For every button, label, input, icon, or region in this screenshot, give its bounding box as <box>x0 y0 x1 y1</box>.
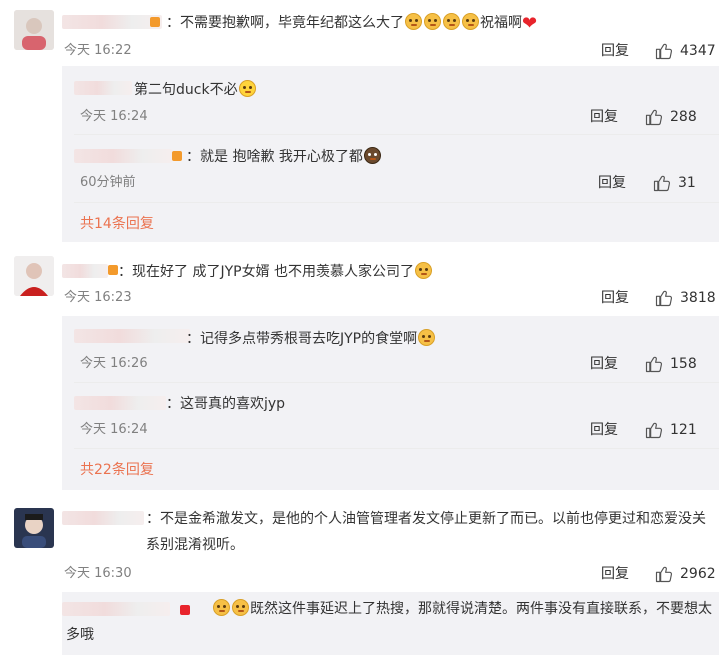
emoji-face-icon <box>232 599 249 616</box>
divider <box>74 202 719 203</box>
vip-badge-icon <box>172 151 182 161</box>
doge-emoji-icon <box>462 13 479 30</box>
reply-time: 今天 16:26 <box>80 356 148 371</box>
thumbs-up-icon <box>645 356 663 373</box>
reply-text: 第二句duck不必 <box>134 80 257 99</box>
reply-button[interactable]: 回复 <box>590 355 618 373</box>
avatar[interactable] <box>14 10 54 50</box>
comment-text: ：不需要抱歉啊，毕竟年纪都这么大了 祝福啊❤ <box>166 13 538 34</box>
reply-list: 第二句duck不必 今天 16:24 回复 288 ：就是 抱啥歉 我开心极了都… <box>62 66 719 242</box>
reply-list: ：记得多点带秀根哥去吃JYP的食堂啊 今天 16:26 回复 158 ：这哥真的… <box>62 316 719 490</box>
vip-badge-icon <box>108 265 118 275</box>
reply-text: ：就是 抱啥歉 我开心极了都 <box>186 147 382 166</box>
like-button[interactable]: 2962 <box>654 564 716 584</box>
divider <box>74 448 719 449</box>
reply-button[interactable]: 回复 <box>598 174 626 192</box>
reply-button[interactable]: 回复 <box>601 289 629 307</box>
reply-username[interactable] <box>74 81 132 95</box>
reply-button[interactable]: 回复 <box>590 108 618 126</box>
view-more-replies-link[interactable]: 共14条回复 <box>80 215 154 233</box>
like-button[interactable]: 3818 <box>654 288 716 308</box>
username[interactable] <box>62 15 162 29</box>
username[interactable] <box>62 264 108 278</box>
avatar[interactable] <box>14 256 54 296</box>
thumbs-up-icon <box>655 566 673 583</box>
like-count: 288 <box>670 109 697 125</box>
doge-emoji-icon <box>415 262 433 279</box>
reply-username[interactable] <box>74 329 190 343</box>
doge-emoji-icon <box>405 13 422 30</box>
like-count: 3818 <box>680 290 716 306</box>
like-button[interactable]: 4347 <box>654 41 716 61</box>
emoji-face-icon <box>213 599 230 616</box>
vip-badge-icon <box>150 17 160 27</box>
thumbs-up-icon <box>655 290 673 307</box>
comment-time: 今天 16:23 <box>64 290 132 305</box>
like-count: 4347 <box>680 43 716 59</box>
reply-text: 既然这件事延迟上了热搜，那就得说清楚。两件事没有直接联系，不要想太多哦 <box>66 599 712 643</box>
thumbs-up-icon <box>655 43 673 60</box>
username[interactable] <box>62 511 144 525</box>
like-button[interactable]: 158 <box>644 354 697 374</box>
reply-button[interactable]: 回复 <box>601 42 629 60</box>
divider <box>74 134 719 135</box>
comment-text: ：不是金希澈发文，是他的个人油管管理者发文停止更新了而已。以前也停更过和恋爱没关… <box>146 511 706 553</box>
reply-time: 今天 16:24 <box>80 109 148 124</box>
comment-text: ：现在好了 成了JYP女婿 也不用羡慕人家公司了 <box>118 262 433 281</box>
reply-text: ：这哥真的喜欢jyp <box>166 396 286 412</box>
thumbs-up-icon <box>653 175 671 192</box>
view-more-replies-link[interactable]: 共22条回复 <box>80 461 154 479</box>
like-count: 121 <box>670 422 697 438</box>
like-count: 2962 <box>680 566 716 582</box>
comment-time: 今天 16:30 <box>64 566 132 581</box>
doge-emoji-icon <box>443 13 460 30</box>
emoji-face-icon <box>363 147 381 164</box>
reply-username[interactable] <box>74 149 172 163</box>
like-button[interactable]: 31 <box>652 173 696 193</box>
comment-time: 今天 16:22 <box>64 43 132 58</box>
avatar-image <box>14 10 54 50</box>
thumbs-up-icon <box>645 422 663 439</box>
like-count: 158 <box>670 356 697 372</box>
reply-time: 60分钟前 <box>80 175 136 190</box>
reply-list: 既然这件事延迟上了热搜，那就得说清楚。两件事没有直接联系，不要想太多哦 <box>62 592 719 655</box>
doge-emoji-icon <box>418 329 436 346</box>
reply-button[interactable]: 回复 <box>601 565 629 583</box>
doge-emoji-icon <box>424 13 441 30</box>
thumbs-up-icon <box>645 109 663 126</box>
divider <box>74 382 719 383</box>
reply-button[interactable]: 回复 <box>590 421 618 439</box>
avatar-image <box>14 508 54 548</box>
like-button[interactable]: 288 <box>644 107 697 127</box>
like-count: 31 <box>678 175 696 191</box>
avatar-image <box>14 256 54 296</box>
doge-emoji-icon <box>238 80 256 97</box>
reply-text: ：记得多点带秀根哥去吃JYP的食堂啊 <box>186 329 436 348</box>
like-button[interactable]: 121 <box>644 420 697 440</box>
avatar[interactable] <box>14 508 54 548</box>
reply-time: 今天 16:24 <box>80 422 148 437</box>
heart-icon: ❤ <box>522 13 538 34</box>
reply-username[interactable] <box>74 396 166 410</box>
